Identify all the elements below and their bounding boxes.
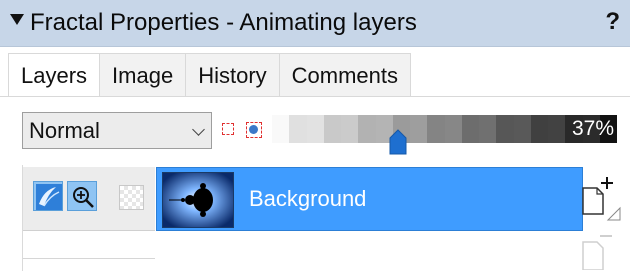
opacity-slider[interactable]: 37% <box>272 115 617 143</box>
layer-mode-icon <box>36 184 62 210</box>
layer-list: Background <box>22 165 583 271</box>
opacity-slider-thumb[interactable] <box>389 129 407 155</box>
help-icon[interactable]: ? <box>605 7 620 37</box>
opacity-cell <box>410 115 428 143</box>
opacity-cell <box>323 115 341 143</box>
zoom-button[interactable] <box>67 181 97 211</box>
checkerboard-icon[interactable] <box>119 185 144 210</box>
blend-mode-value: Normal <box>29 118 100 143</box>
layer-mode-button[interactable] <box>33 181 63 211</box>
tab-image[interactable]: Image <box>100 53 187 97</box>
opacity-cell <box>427 115 445 143</box>
blend-mode-select[interactable]: Normal <box>22 112 212 149</box>
opacity-cell <box>461 115 479 143</box>
zoom-in-icon <box>73 187 94 208</box>
opacity-cell <box>513 115 531 143</box>
opacity-cell <box>358 115 376 143</box>
opacity-cell <box>479 115 497 143</box>
tab-bar: Layers Image History Comments <box>8 53 412 97</box>
opacity-cell <box>289 115 307 143</box>
divider <box>23 258 155 259</box>
opacity-cell <box>496 115 514 143</box>
layer-row[interactable]: Background <box>156 167 583 231</box>
opacity-cell <box>306 115 324 143</box>
circle-mask-icon[interactable] <box>246 122 262 138</box>
opacity-gradient <box>272 115 617 143</box>
new-layer-icon[interactable] <box>578 176 622 222</box>
tab-history[interactable]: History <box>186 53 280 97</box>
rectangle-mask-icon[interactable] <box>222 123 234 135</box>
title-bar: Fractal Properties - Animating layers ? <box>0 0 630 47</box>
opacity-value: 37% <box>571 117 614 140</box>
opacity-cell <box>341 115 359 143</box>
layer-thumbnail <box>162 172 234 228</box>
collapse-arrow-icon[interactable] <box>10 14 24 25</box>
opacity-cell <box>444 115 462 143</box>
window-title: Fractal Properties - Animating layers <box>30 9 417 36</box>
layer-controls <box>23 167 155 231</box>
chevron-down-icon <box>192 123 205 136</box>
opacity-cell <box>548 115 566 143</box>
tab-divider <box>0 96 630 97</box>
tab-layers[interactable]: Layers <box>8 53 101 97</box>
opacity-cell <box>530 115 548 143</box>
tab-comments[interactable]: Comments <box>279 53 412 97</box>
opacity-cell <box>272 115 290 143</box>
delete-layer-icon[interactable] <box>578 230 618 270</box>
layer-name: Background <box>249 186 367 211</box>
